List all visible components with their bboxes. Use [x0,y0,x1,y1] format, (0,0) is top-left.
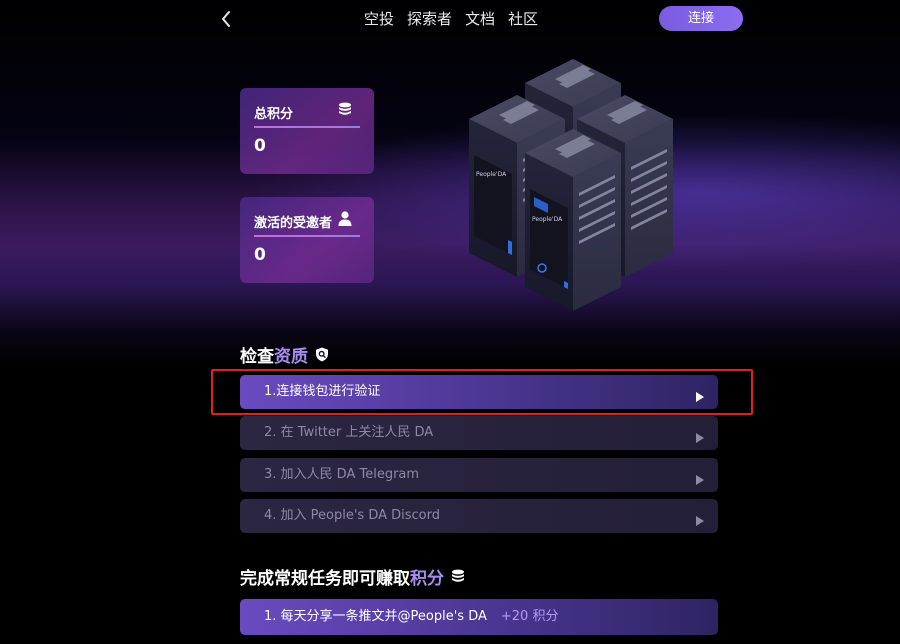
active-invitees-label: 激活的受邀者 [254,216,333,231]
step-label: 3. 加入人民 DA Telegram [264,467,420,482]
eligibility-step-follow-twitter[interactable]: 2. 在 Twitter 上关注人民 DA [240,416,718,450]
active-invitees-card: 激活的受邀者 0 [240,197,374,283]
eligibility-step-join-discord[interactable]: 4. 加入 People's DA Discord [240,499,718,533]
connect-button[interactable]: 连接 [659,6,743,31]
coins-stack-icon [451,569,465,584]
task-points: +20 积分 [500,609,559,624]
play-arrow-icon [696,470,704,489]
step-label: 2. 在 Twitter 上关注人民 DA [264,425,434,440]
server-rack-illustration: People'DA People'DA [452,55,692,317]
server-rack-front: People'DA [525,129,621,311]
play-arrow-icon [696,511,704,530]
eligibility-step-join-telegram[interactable]: 3. 加入人民 DA Telegram [240,458,718,492]
eligibility-section-title: 检查 资质 [240,342,329,367]
task-label: 1. 每天分享一条推文并@People's DA +20 积分 [264,599,558,635]
total-points-value: 0 [254,136,266,156]
tasks-section-title: 完成常规任务即可赚取 积分 [240,564,465,589]
card-divider [254,126,360,128]
server-brand-label: People'DA [532,216,563,223]
user-icon [338,211,352,230]
coins-stack-icon [338,102,352,121]
task-text: 1. 每天分享一条推文并@People's DA [264,609,487,624]
back-button[interactable] [218,9,236,29]
step-label: 4. 加入 People's DA Discord [264,508,441,523]
highlight-annotation-box [211,369,753,415]
eligibility-title-accent: 资质 [274,347,308,367]
total-points-label: 总积分 [254,107,294,122]
nav-item-community[interactable]: 社区 [508,9,538,31]
eligibility-title-prefix: 检查 [240,347,274,367]
server-brand-label: People'DA [476,171,507,178]
tasks-title-accent: 积分 [410,569,444,589]
shield-search-icon [315,347,329,362]
play-arrow-icon [696,428,704,447]
task-share-tweet[interactable]: 1. 每天分享一条推文并@People's DA +20 积分 [240,599,718,635]
nav-item-docs[interactable]: 文档 [465,9,495,31]
nav-item-explorer[interactable]: 探索者 [407,9,452,31]
chevron-left-icon [222,11,230,27]
card-divider [254,235,360,237]
active-invitees-value: 0 [254,245,266,265]
tasks-title-prefix: 完成常规任务即可赚取 [240,569,410,589]
total-points-card: 总积分 0 [240,88,374,174]
top-nav: 空投 探索者 文档 社区 [364,9,551,31]
nav-item-airdrop[interactable]: 空投 [364,9,394,31]
